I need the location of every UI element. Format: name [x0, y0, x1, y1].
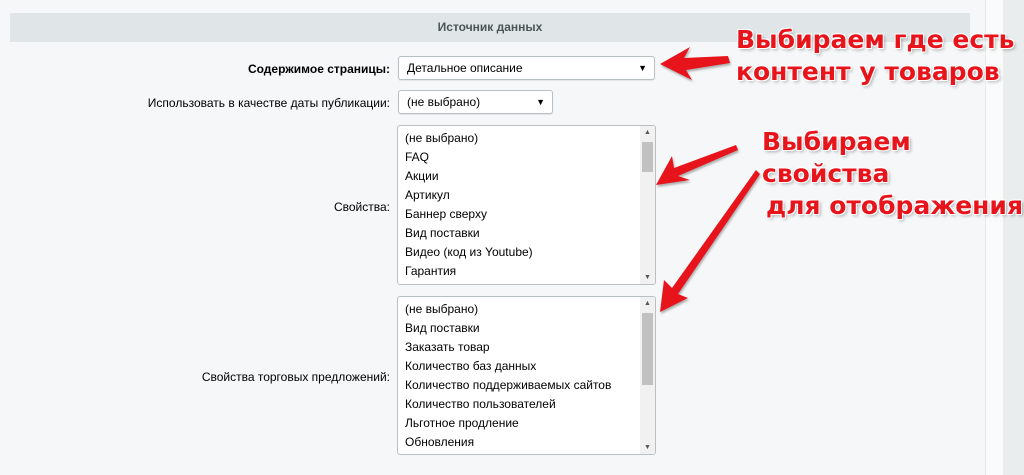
- annotation-properties: Выбираем свойства для отображения: [762, 126, 1024, 222]
- arrow-icon: [660, 170, 760, 312]
- annotation-line: для отображения: [766, 191, 1023, 220]
- annotation-line: контент у товаров: [736, 57, 1000, 86]
- arrow-icon: [660, 47, 730, 80]
- arrow-icon: [656, 145, 738, 185]
- annotation-line: Выбираем где есть: [736, 25, 1015, 54]
- annotation-content: Выбираем где есть контент у товаров: [736, 24, 1014, 88]
- annotation-line: Выбираем свойства: [762, 127, 911, 188]
